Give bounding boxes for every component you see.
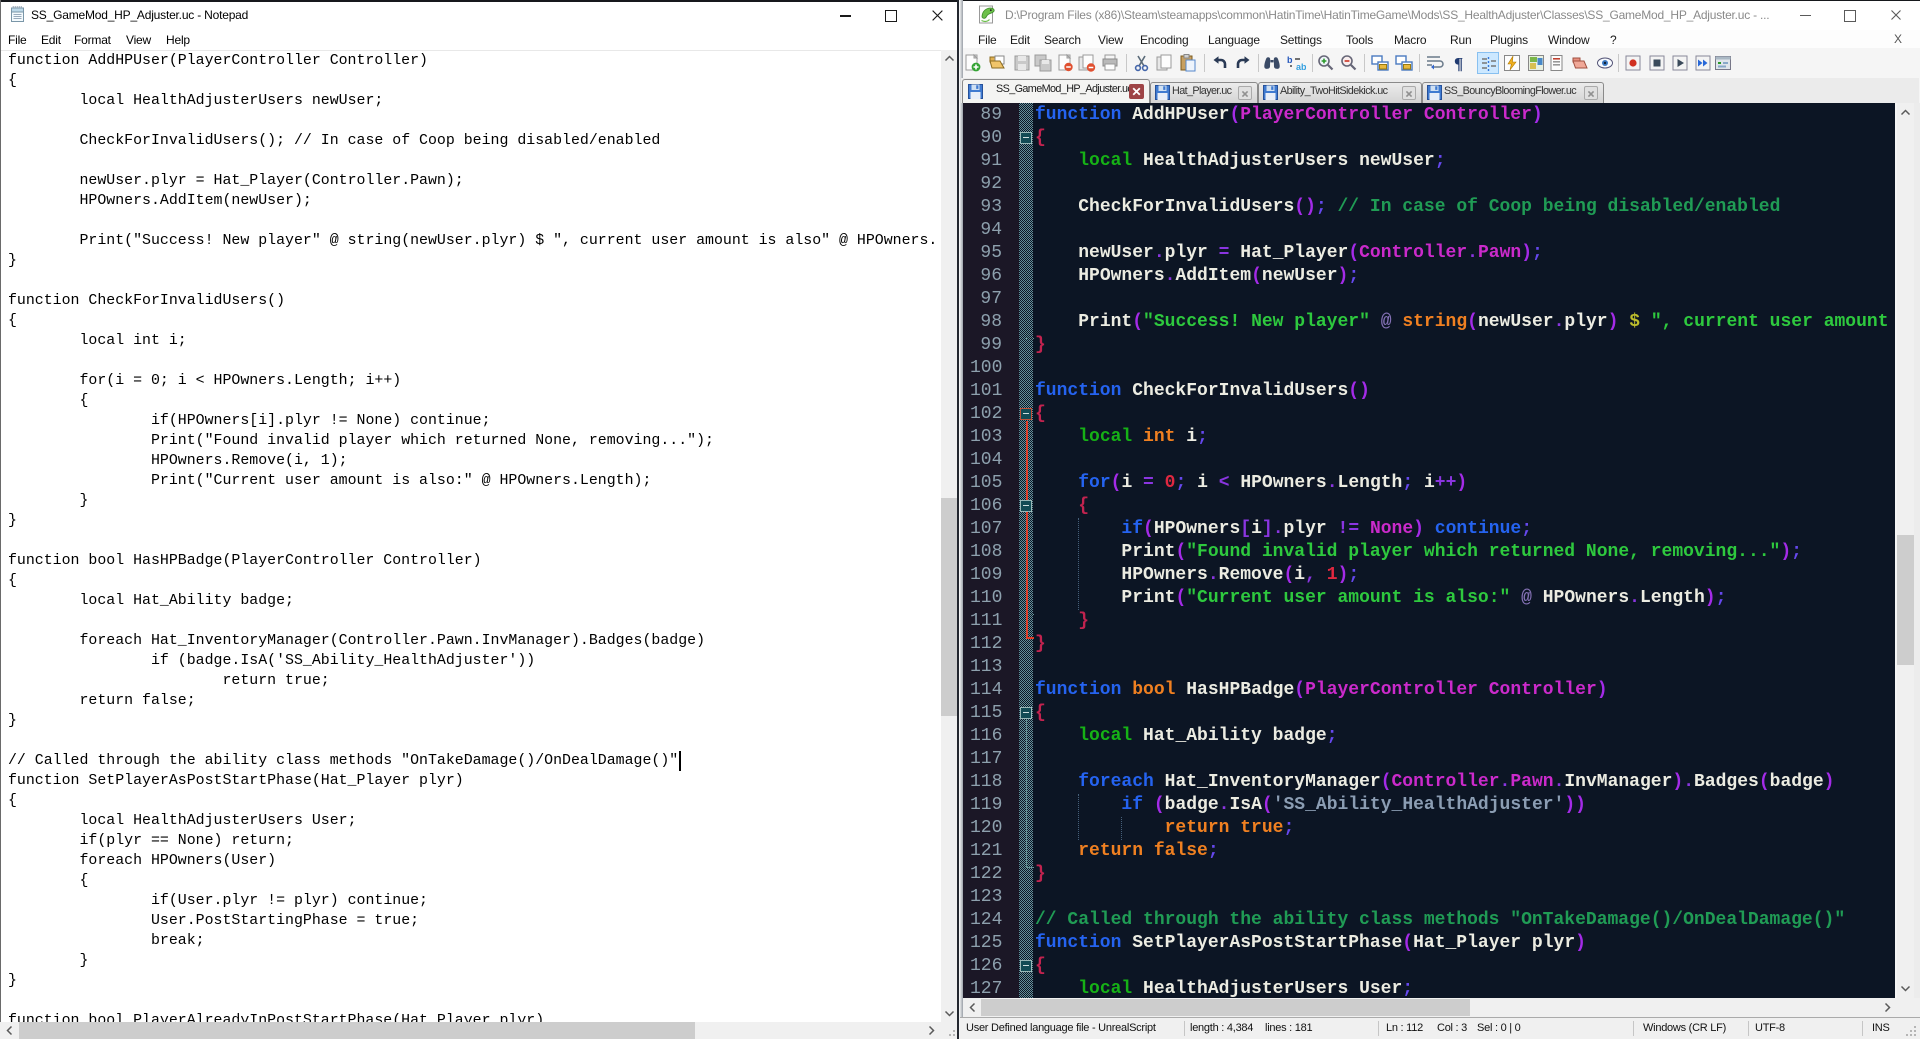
svg-text:¶: ¶ xyxy=(1454,54,1463,73)
svg-text:ab: ab xyxy=(1296,62,1306,72)
svg-text:b: b xyxy=(1287,55,1293,65)
